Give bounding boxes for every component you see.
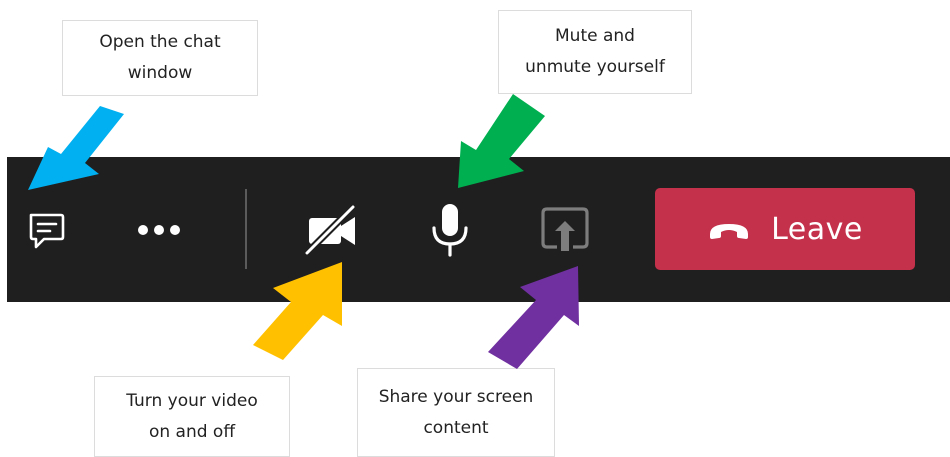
leave-button[interactable]: Leave bbox=[655, 188, 915, 270]
annotated-toolbar-screenshot: Open the chat window Mute and unmute you… bbox=[0, 0, 950, 457]
callout-video: Turn your video on and off bbox=[94, 376, 290, 457]
chat-icon bbox=[29, 213, 65, 249]
callout-mute-line1: Mute and bbox=[555, 26, 635, 46]
microphone-button[interactable] bbox=[425, 201, 475, 259]
meeting-toolbar: Leave bbox=[7, 157, 950, 302]
callout-open-chat-line2: window bbox=[127, 63, 193, 83]
callout-video-line2: on and off bbox=[148, 421, 236, 442]
callout-video-line1: Turn your video bbox=[126, 390, 258, 411]
leave-label: Leave bbox=[771, 211, 863, 247]
chat-button[interactable] bbox=[21, 205, 71, 255]
callout-mute-line2: unmute yourself bbox=[525, 57, 665, 77]
more-options-icon bbox=[138, 225, 180, 235]
toolbar-divider bbox=[245, 189, 247, 269]
hang-up-icon bbox=[710, 224, 749, 239]
callout-share-line2: content bbox=[423, 417, 489, 438]
more-options-button[interactable] bbox=[131, 207, 187, 253]
share-screen-button[interactable] bbox=[537, 203, 593, 255]
callout-share-screen: Share your screen content bbox=[357, 368, 555, 457]
callout-mute: Mute and unmute yourself bbox=[498, 10, 692, 94]
callout-open-chat: Open the chat window bbox=[62, 20, 258, 96]
microphone-icon bbox=[432, 204, 468, 257]
video-off-icon bbox=[304, 204, 356, 256]
callout-open-chat-line1: Open the chat bbox=[99, 32, 221, 52]
video-toggle-button[interactable] bbox=[303, 203, 361, 257]
callout-share-line1: Share your screen bbox=[378, 386, 534, 407]
share-screen-icon bbox=[541, 207, 589, 251]
